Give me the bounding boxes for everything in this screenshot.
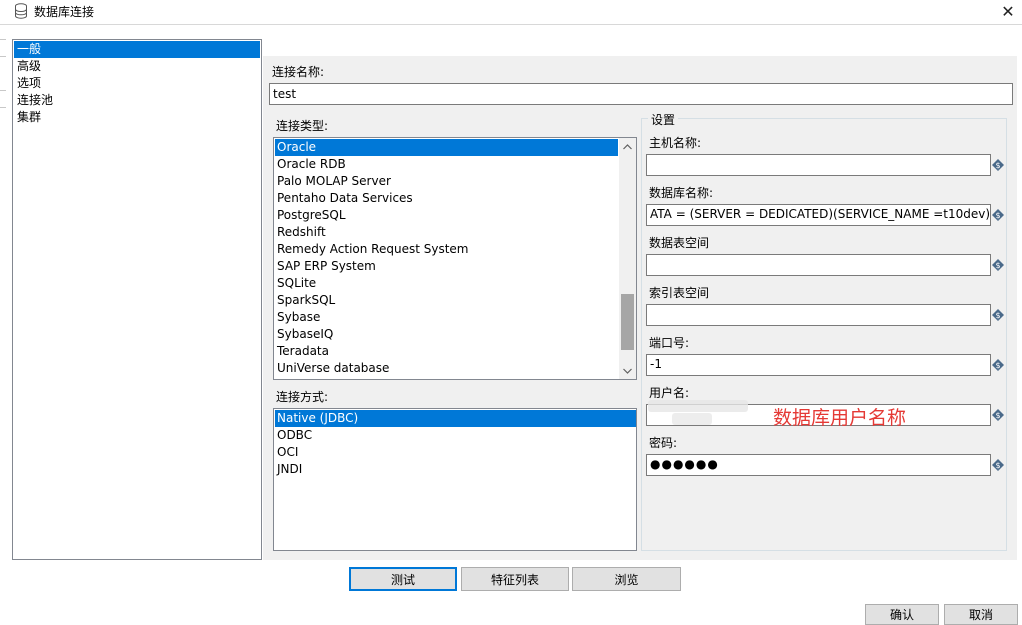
connection-type-item[interactable]: Palo MOLAP Server [275,173,618,190]
redacted-blur [648,400,748,412]
access-method-item[interactable]: OCI [275,444,636,461]
password-label: 密码: [649,436,678,450]
background-edge-line [0,39,6,40]
host-input[interactable] [646,154,991,176]
category-nav: 一般 高级 选项 连接池 集群 [12,39,262,560]
host-label: 主机名称: [649,136,702,150]
access-method-item[interactable]: ODBC [275,427,636,444]
chevron-up-icon[interactable] [619,138,636,155]
index-tablespace-label: 索引表空间 [649,286,710,300]
chevron-down-icon[interactable] [619,362,636,379]
connection-type-item[interactable]: SybaseIQ [275,326,618,343]
window-title: 数据库连接 [34,5,95,19]
port-input[interactable]: -1 [646,354,991,376]
title-bar: 数据库连接 ✕ [0,0,1022,25]
nav-item-general[interactable]: 一般 [14,41,260,58]
access-method-item[interactable]: Native (JDBC) [275,410,636,427]
connection-type-list[interactable]: Oracle Oracle RDB Palo MOLAP Server Pent… [273,137,637,380]
variable-dollar-icon[interactable]: $ [992,259,1004,271]
redacted-blur [672,413,712,425]
vertical-scrollbar[interactable] [619,138,636,379]
background-edge-line [0,56,6,57]
svg-text:$: $ [995,261,1000,270]
svg-text:$: $ [995,361,1000,370]
variable-dollar-icon[interactable]: $ [992,459,1004,471]
scrollbar-thumb[interactable] [621,294,634,350]
tablespace-label: 数据表空间 [649,236,710,250]
database-name-label: 数据库名称: [649,186,714,200]
settings-group [641,118,1007,551]
svg-text:$: $ [995,211,1000,220]
access-method-label: 连接方式: [276,390,329,404]
connection-type-item[interactable]: PostgreSQL [275,207,618,224]
svg-text:$: $ [995,311,1000,320]
variable-dollar-icon[interactable]: $ [992,359,1004,371]
svg-text:$: $ [995,161,1000,170]
connection-name-label: 连接名称: [272,65,325,79]
access-method-list[interactable]: Native (JDBC) ODBC OCI JNDI [273,408,637,551]
connection-type-item[interactable]: Sybase [275,309,618,326]
connection-type-item[interactable]: Remedy Action Request System [275,241,618,258]
variable-dollar-icon[interactable]: $ [992,309,1004,321]
background-edge-line [0,90,6,91]
username-annotation: 数据库用户名称 [773,407,907,429]
test-button[interactable]: 测试 [349,567,457,591]
connection-type-label: 连接类型: [276,119,329,133]
connection-type-item[interactable]: SparkSQL [275,292,618,309]
explore-button[interactable]: 浏览 [572,567,681,591]
svg-text:$: $ [995,411,1000,420]
connection-type-item[interactable]: Oracle [275,139,618,156]
variable-dollar-icon[interactable]: $ [992,409,1004,421]
variable-dollar-icon[interactable]: $ [992,209,1004,221]
port-label: 端口号: [649,336,690,350]
connection-type-item[interactable]: UniVerse database [275,360,618,377]
nav-item-options[interactable]: 选项 [14,75,260,92]
connection-type-item[interactable]: Teradata [275,343,618,360]
nav-item-advanced[interactable]: 高级 [14,58,260,75]
index-tablespace-input[interactable] [646,304,991,326]
feature-list-button[interactable]: 特征列表 [461,567,569,591]
database-name-input[interactable]: ATA = (SERVER = DEDICATED)(SERVICE_NAME … [646,204,991,226]
connection-type-item[interactable]: Redshift [275,224,618,241]
cancel-button[interactable]: 取消 [944,604,1018,625]
connection-type-item[interactable]: SAP ERP System [275,258,618,275]
ok-button[interactable]: 确认 [865,604,939,625]
connection-type-item[interactable]: Oracle RDB [275,156,618,173]
connection-type-item[interactable]: SQLite [275,275,618,292]
nav-item-pooling[interactable]: 连接池 [14,92,260,109]
access-method-item[interactable]: JNDI [275,461,636,478]
password-input[interactable]: ●●●●●● [646,454,991,476]
variable-dollar-icon[interactable]: $ [992,159,1004,171]
background-edge-line [0,107,6,108]
tablespace-input[interactable] [646,254,991,276]
connection-type-item[interactable]: Pentaho Data Services [275,190,618,207]
nav-item-clustering[interactable]: 集群 [14,109,260,126]
settings-legend: 设置 [648,111,679,128]
close-icon[interactable]: ✕ [994,0,1022,22]
username-label: 用户名: [649,386,690,400]
svg-text:$: $ [995,461,1000,470]
connection-name-input[interactable]: test [269,83,1013,105]
database-icon [15,3,27,19]
